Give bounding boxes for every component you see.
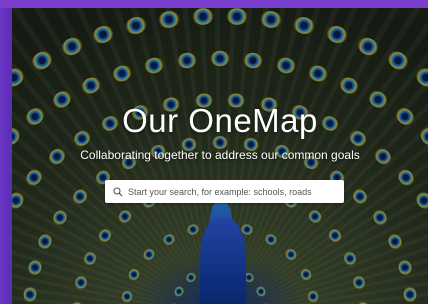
page-subtitle: Collaborating together to address our co…: [80, 148, 360, 162]
hero-banner: Our OneMap Collaborating together to add…: [12, 8, 428, 304]
search-input[interactable]: [125, 186, 338, 197]
search-bar[interactable]: [105, 180, 344, 203]
search-icon: [111, 185, 125, 199]
page-title: Our OneMap: [122, 102, 318, 139]
